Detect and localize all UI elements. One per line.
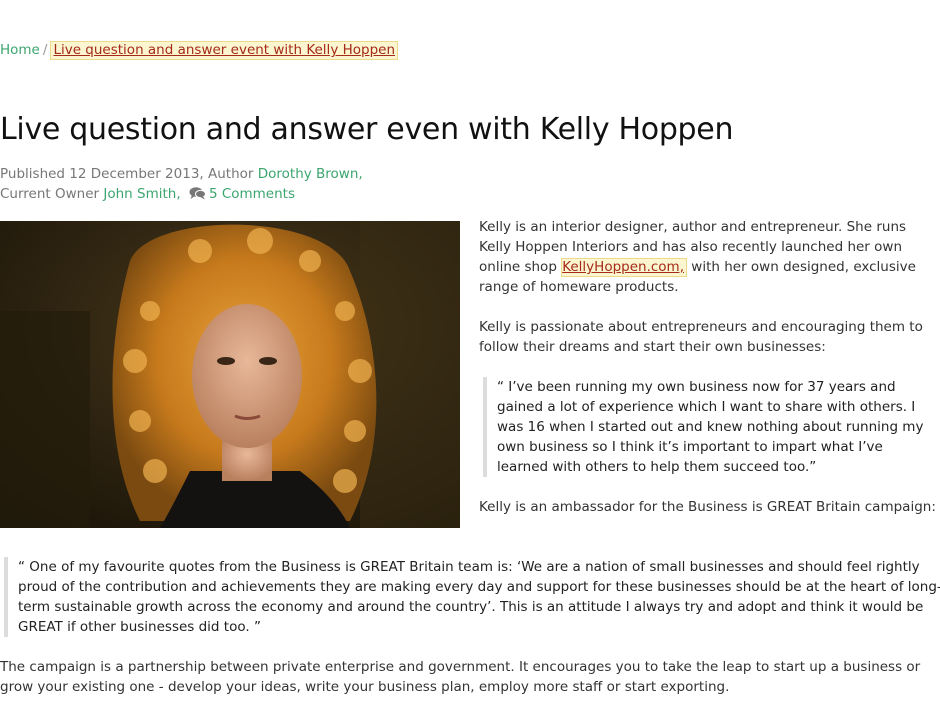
page-title: Live question and answer even with Kelly… bbox=[0, 112, 734, 147]
published-date-text: Published 12 December 2013, Author bbox=[0, 166, 258, 182]
comment-bubbles-icon bbox=[189, 186, 206, 206]
breadcrumb-current-link[interactable]: Live question and answer event with Kell… bbox=[50, 41, 399, 60]
comments-link[interactable]: 5 Comments bbox=[209, 186, 295, 202]
breadcrumb-separator: / bbox=[42, 42, 48, 58]
owner-label: Current Owner bbox=[0, 186, 104, 202]
breadcrumb-home-link[interactable]: Home bbox=[0, 42, 40, 58]
owner-link[interactable]: John Smith, bbox=[103, 186, 180, 202]
article-body-right: Kelly is an interior designer, author an… bbox=[479, 217, 938, 537]
kelly-quote-blockquote: “ I’ve been running my own business now … bbox=[483, 377, 938, 477]
passion-paragraph: Kelly is passionate about entrepreneurs … bbox=[479, 319, 923, 355]
intro-paragraph: Kelly is an interior designer, author an… bbox=[479, 217, 938, 297]
kellyhoppen-link[interactable]: KellyHoppen.com, bbox=[561, 258, 687, 277]
author-link[interactable]: Dorothy Brown, bbox=[258, 166, 363, 182]
article-meta: Published 12 December 2013, Author Dorot… bbox=[0, 164, 363, 206]
breadcrumb: Home / Live question and answer event with… bbox=[0, 40, 399, 60]
ambassador-paragraph: Kelly is an ambassador for the Business … bbox=[479, 499, 936, 515]
campaign-paragraph: The campaign is a partnership between pr… bbox=[0, 659, 921, 695]
kelly-hoppen-photo bbox=[0, 221, 460, 528]
great-britain-quote-blockquote: “ One of my favourite quotes from the Bu… bbox=[4, 557, 940, 637]
